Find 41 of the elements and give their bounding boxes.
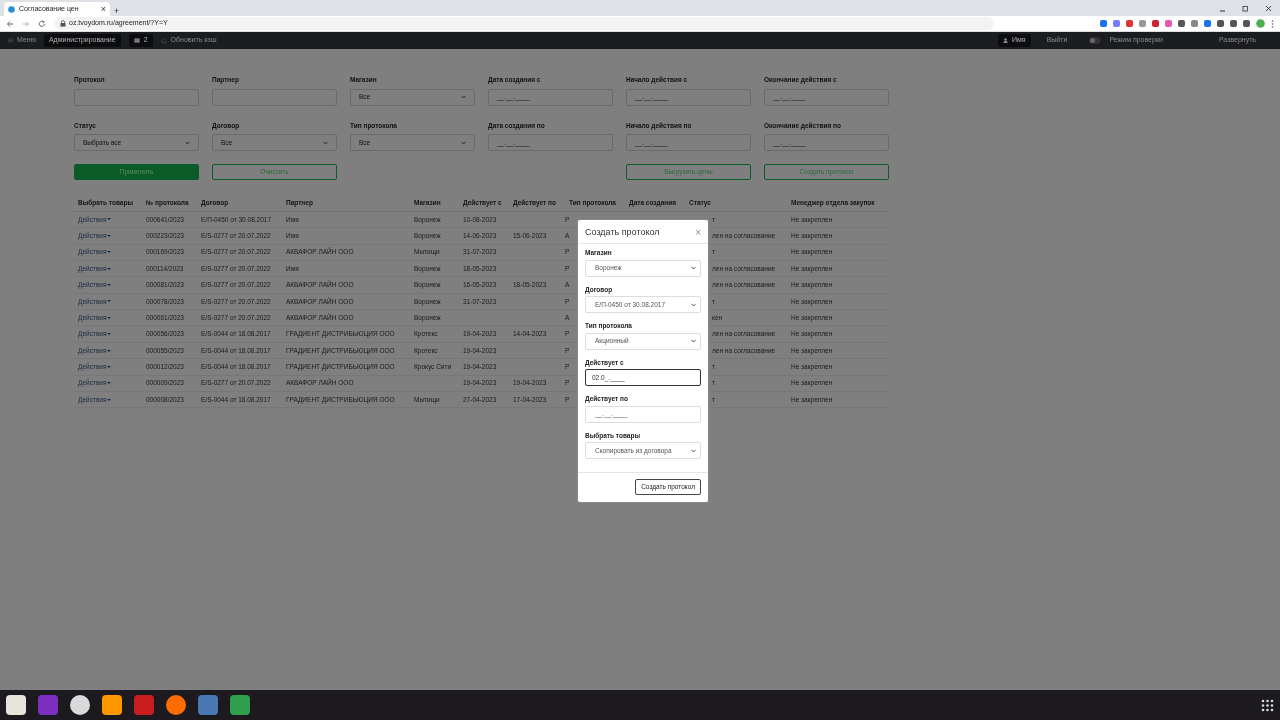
refresh-icon <box>160 37 167 44</box>
chevron-down-icon <box>691 266 696 270</box>
lock-icon <box>60 20 66 27</box>
caret-icon <box>107 284 112 286</box>
caret-icon <box>107 267 112 270</box>
caret-icon <box>107 365 112 368</box>
restore-icon[interactable] <box>1242 4 1249 12</box>
caret-icon <box>107 333 112 336</box>
app-icon[interactable] <box>134 695 154 715</box>
more-icon[interactable] <box>1271 19 1274 28</box>
caret-icon <box>107 234 112 237</box>
caret-icon <box>107 398 112 401</box>
chevron-down-icon <box>185 140 190 145</box>
caret-icon <box>107 218 112 221</box>
app-icon[interactable] <box>102 695 122 715</box>
chevron-down-icon <box>691 339 696 343</box>
reload-icon[interactable] <box>38 19 46 28</box>
chevron-down-icon <box>691 302 696 307</box>
caret-icon <box>107 251 112 254</box>
chevron-down-icon <box>461 95 466 99</box>
close-button[interactable]: × <box>695 227 701 238</box>
caret-icon <box>107 300 112 303</box>
caret-icon <box>107 349 112 352</box>
profile-avatar[interactable] <box>1256 19 1265 28</box>
forward-icon[interactable] <box>22 19 30 28</box>
menu-icon <box>8 38 13 43</box>
new-tab-button[interactable]: + <box>114 7 120 16</box>
user-icon <box>1003 38 1008 43</box>
app-grid-icon[interactable] <box>1261 698 1274 712</box>
chevron-down-icon <box>691 448 696 453</box>
chevron-down-icon <box>461 140 466 145</box>
close-icon[interactable] <box>1265 4 1272 12</box>
close-tab-button[interactable]: × <box>100 4 106 14</box>
caret-icon <box>107 316 112 319</box>
back-icon[interactable] <box>6 19 14 28</box>
caret-icon <box>107 382 112 385</box>
site-icon <box>8 5 15 13</box>
toggle-switch[interactable] <box>1089 37 1102 44</box>
chevron-down-icon <box>323 140 328 145</box>
app-icon[interactable] <box>198 695 218 715</box>
app-icon[interactable] <box>38 695 58 715</box>
